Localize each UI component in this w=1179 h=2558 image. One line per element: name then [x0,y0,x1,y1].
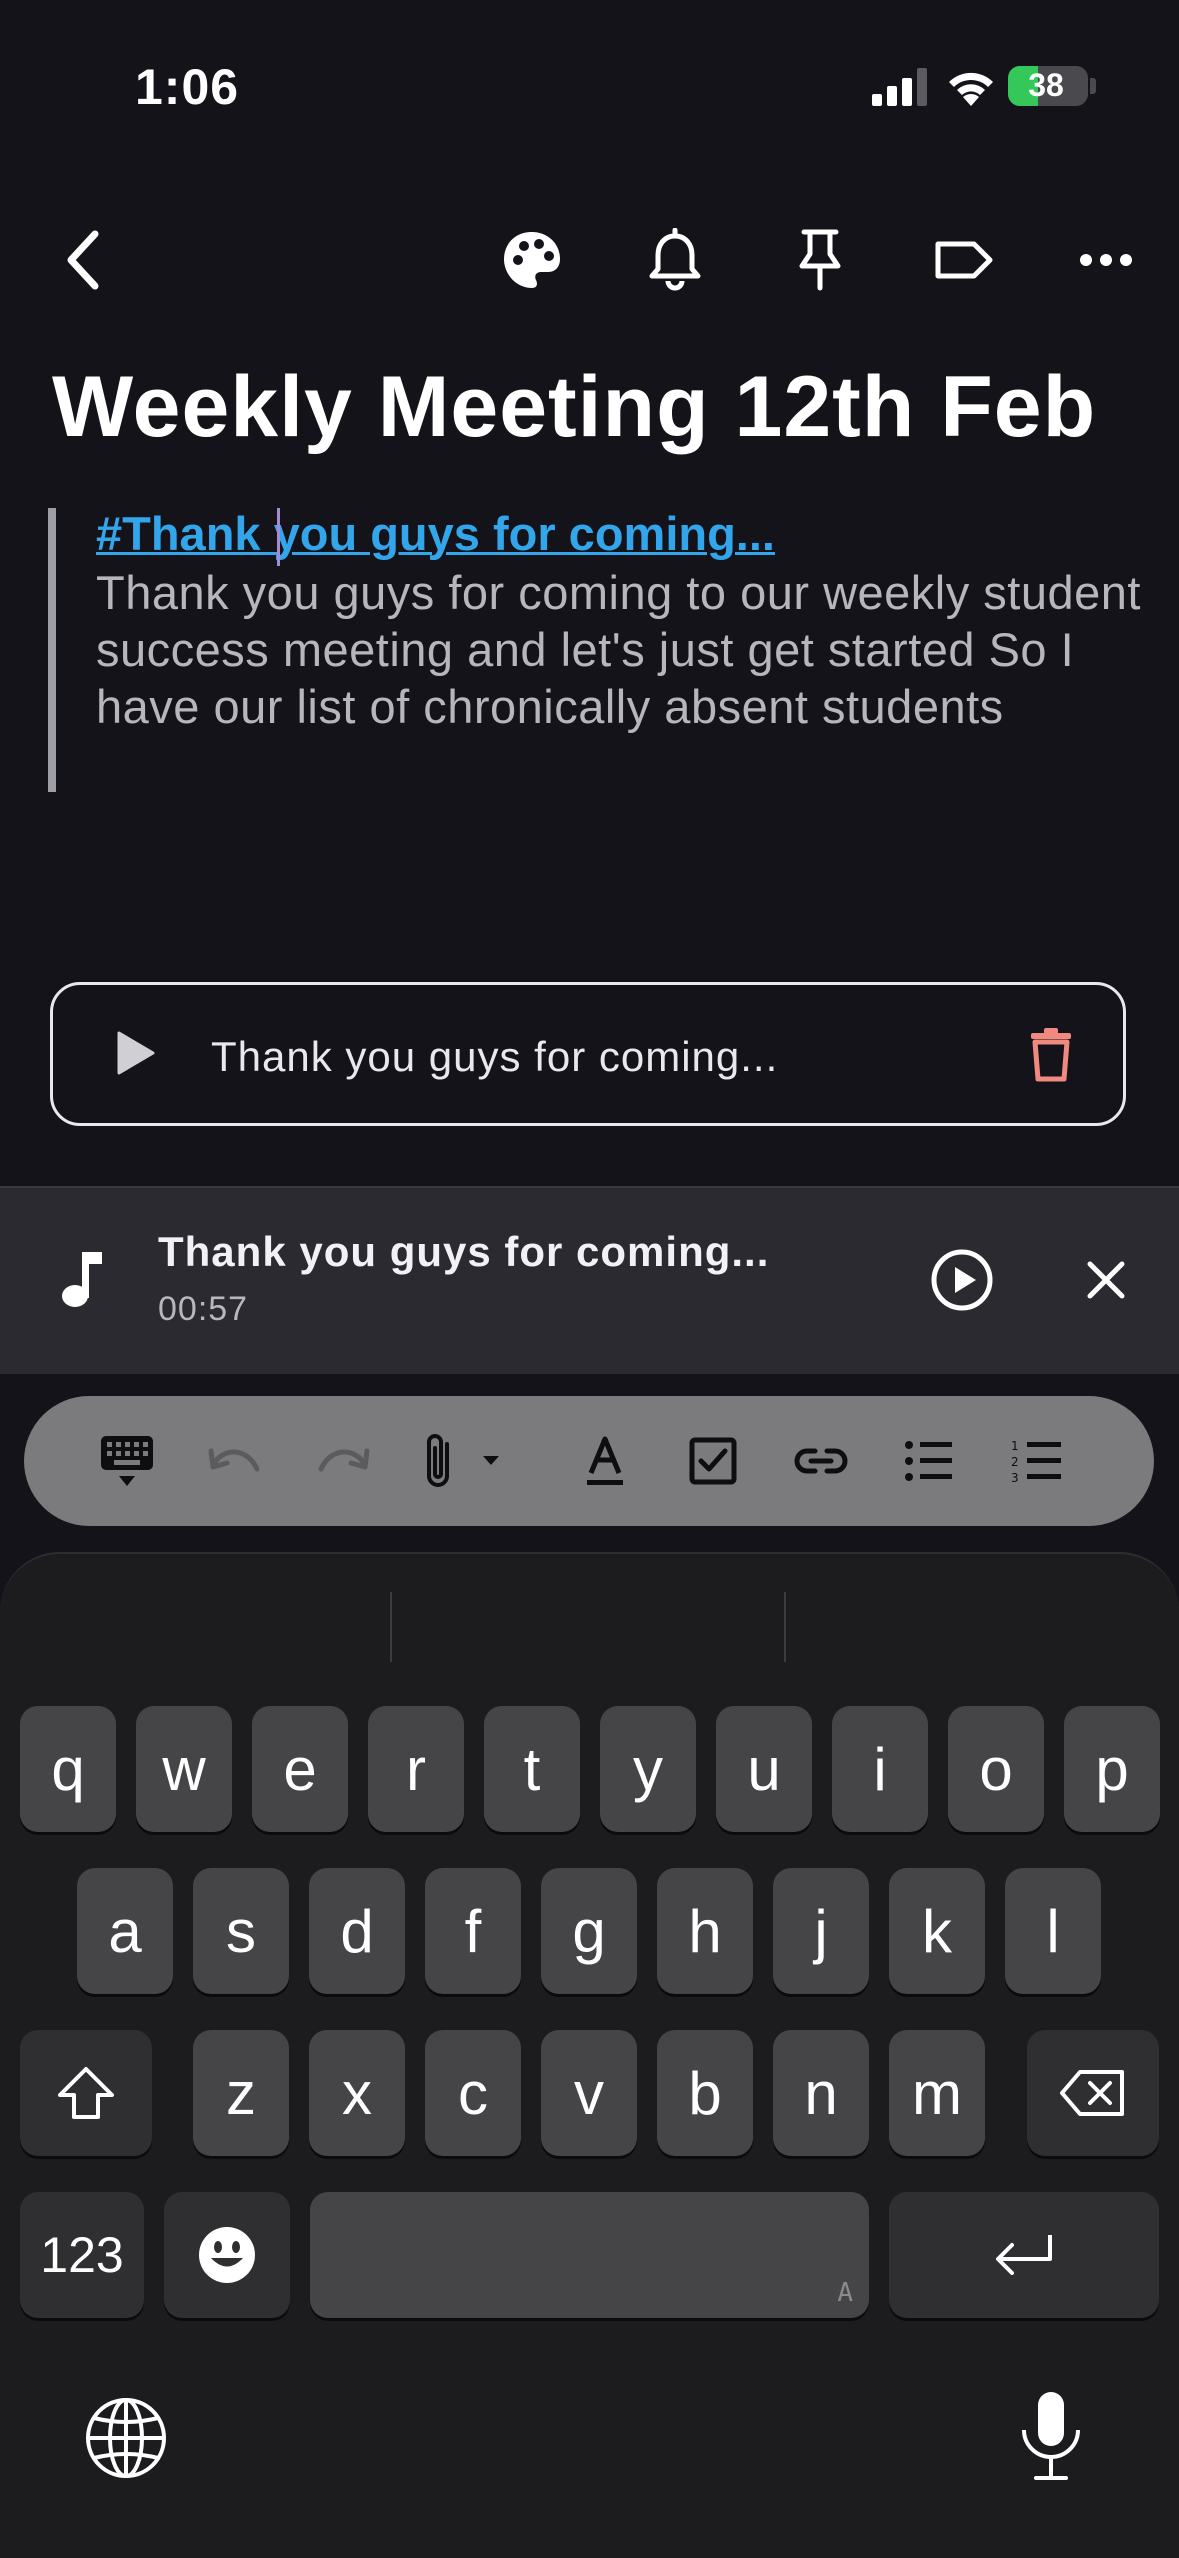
key-p[interactable]: p [1064,1706,1160,1832]
suggestion-divider [784,1592,786,1662]
shift-key[interactable] [20,2030,152,2156]
now-playing-time: 00:57 [158,1290,249,1328]
quote-bar [48,508,56,792]
key-j[interactable]: j [773,1868,869,1994]
space-key[interactable]: A [310,2192,869,2318]
key-i[interactable]: i [832,1706,928,1832]
key-y[interactable]: y [600,1706,696,1832]
bullet-list-icon[interactable] [894,1426,964,1496]
status-time: 1:06 [135,59,240,115]
text-color-icon[interactable] [570,1426,640,1496]
redo-icon[interactable] [308,1426,378,1496]
audio-label: Thank you guys for coming... [211,1033,779,1080]
note-title[interactable]: Weekly Meeting 12th Feb [52,358,1096,457]
battery-percent: 38 [1028,67,1064,103]
key-k[interactable]: k [889,1868,985,1994]
link-icon[interactable] [786,1426,856,1496]
battery-icon: 38 [1008,66,1088,106]
numbers-key[interactable]: 123 [20,2192,144,2318]
key-b[interactable]: b [657,2030,753,2156]
globe-icon[interactable] [84,2396,168,2480]
more-icon[interactable] [1064,218,1148,302]
key-s[interactable]: s [193,1868,289,1994]
key-w[interactable]: w [136,1706,232,1832]
key-r[interactable]: r [368,1706,464,1832]
palette-icon[interactable] [490,218,574,302]
numbered-list-icon[interactable]: 1 2 3 [1002,1426,1072,1496]
key-o[interactable]: o [948,1706,1044,1832]
emoji-icon [199,2227,255,2283]
key-f[interactable]: f [425,1868,521,1994]
audio-attachment[interactable]: Thank you guys for coming... [50,982,1126,1126]
close-icon[interactable] [1086,1260,1126,1300]
key-n[interactable]: n [773,2030,869,2156]
svg-text:1: 1 [1011,1439,1019,1453]
delete-icon[interactable] [1027,1027,1075,1083]
music-note-icon [60,1248,108,1310]
return-key[interactable] [889,2192,1159,2318]
key-t[interactable]: t [484,1706,580,1832]
key-x[interactable]: x [309,2030,405,2156]
svg-text:2: 2 [1011,1455,1019,1469]
svg-text:3: 3 [1011,1471,1019,1484]
microphone-icon[interactable] [1016,2388,1086,2484]
bell-icon[interactable] [633,218,717,302]
text-cursor [277,508,280,566]
backspace-icon [1060,2070,1124,2116]
pin-icon[interactable] [778,218,862,302]
shift-icon [58,2067,114,2119]
undo-icon[interactable] [200,1426,270,1496]
key-v[interactable]: v [541,2030,637,2156]
note-body[interactable]: Thank you guys for coming to our weekly … [96,564,1156,735]
delete-key[interactable] [1027,2030,1159,2156]
key-h[interactable]: h [657,1868,753,1994]
play-circle-icon[interactable] [930,1248,994,1312]
keyboard-hide-icon[interactable] [92,1426,162,1496]
key-u[interactable]: u [716,1706,812,1832]
label-icon[interactable] [922,218,1006,302]
back-chevron-icon[interactable] [42,218,126,302]
key-c[interactable]: c [425,2030,521,2156]
return-icon [996,2235,1052,2275]
key-m[interactable]: m [889,2030,985,2156]
key-g[interactable]: g [541,1868,637,1994]
hashtag-link[interactable]: #Thank you guys for coming... [96,506,775,561]
key-l[interactable]: l [1005,1868,1101,1994]
now-playing-bar [0,1186,1179,1374]
key-d[interactable]: d [309,1868,405,1994]
suggestion-divider [390,1592,392,1662]
battery-cap [1090,78,1096,94]
checkbox-icon[interactable] [678,1426,748,1496]
play-icon[interactable] [111,1029,159,1077]
cellular-signal-icon [872,66,932,106]
key-e[interactable]: e [252,1706,348,1832]
key-q[interactable]: q [20,1706,116,1832]
emoji-key[interactable] [164,2192,290,2318]
key-z[interactable]: z [193,2030,289,2156]
wifi-icon [943,64,999,108]
key-a[interactable]: a [77,1868,173,1994]
attach-icon[interactable] [412,1426,522,1496]
space-key-mark: A [837,2278,853,2308]
now-playing-title: Thank you guys for coming... [158,1228,770,1275]
